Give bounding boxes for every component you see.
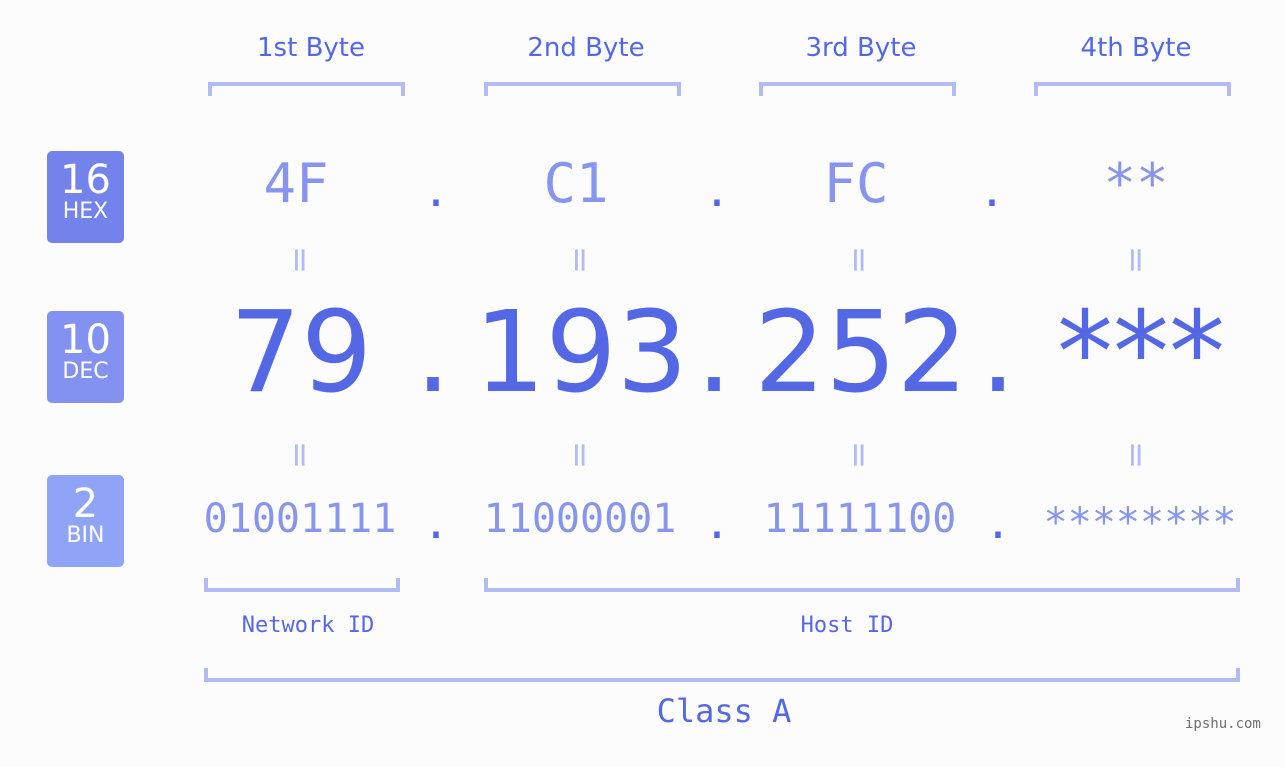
- byte-bracket-2: [484, 82, 681, 96]
- bin-byte-2: 11000001: [483, 496, 677, 542]
- dec-separator: .: [415, 288, 451, 418]
- watermark: ipshu.com: [1185, 716, 1261, 732]
- byte-header-4: 4th Byte: [1080, 33, 1192, 63]
- equals-sign: =: [560, 245, 600, 275]
- network-id-label: Network ID: [241, 613, 375, 638]
- byte-header-3: 3rd Byte: [805, 33, 917, 63]
- network-id-bracket: [204, 578, 400, 592]
- dec-byte-3: 252: [754, 288, 968, 418]
- bin-badge: 2 BIN: [47, 475, 124, 567]
- hex-separator: .: [703, 166, 731, 217]
- bin-separator: .: [422, 498, 450, 549]
- equals-sign: =: [560, 440, 600, 470]
- class-bracket: [204, 668, 1240, 682]
- dec-byte-2: 193: [474, 288, 688, 418]
- byte-bracket-1: [208, 82, 405, 96]
- bin-badge-base: 2: [72, 481, 99, 527]
- host-id-bracket: [484, 578, 1240, 592]
- equals-sign: =: [280, 440, 320, 470]
- equals-sign: =: [280, 245, 320, 275]
- bin-byte-1: 01001111: [203, 496, 397, 542]
- dec-separator: .: [696, 288, 732, 418]
- hex-separator: .: [978, 166, 1006, 217]
- dec-badge-label: DEC: [62, 359, 109, 384]
- hex-badge-label: HEX: [62, 199, 109, 224]
- bin-byte-3: 11111100: [763, 496, 957, 542]
- equals-sign: =: [1116, 245, 1156, 275]
- dec-byte-1: 79: [229, 288, 373, 418]
- host-id-label: Host ID: [800, 613, 894, 638]
- hex-separator: .: [422, 166, 450, 217]
- hex-byte-1: 4F: [263, 152, 329, 215]
- bin-separator: .: [984, 498, 1012, 549]
- hex-badge-base: 16: [60, 157, 111, 203]
- dec-byte-4: ***: [1057, 288, 1225, 418]
- bin-badge-label: BIN: [66, 523, 105, 548]
- dec-badge-base: 10: [60, 317, 111, 363]
- byte-header-2: 2nd Byte: [527, 33, 645, 63]
- byte-bracket-3: [759, 82, 956, 96]
- byte-header-1: 1st Byte: [257, 33, 365, 63]
- bin-byte-4: ********: [1043, 500, 1237, 546]
- equals-sign: =: [839, 245, 879, 275]
- ip-class-label: Class A: [656, 692, 792, 730]
- equals-sign: =: [1116, 440, 1156, 470]
- hex-byte-3: FC: [823, 152, 889, 215]
- bin-separator: .: [703, 498, 731, 549]
- byte-bracket-4: [1034, 82, 1231, 96]
- dec-separator: .: [980, 288, 1016, 418]
- hex-byte-4: **: [1103, 152, 1169, 215]
- hex-byte-2: C1: [543, 152, 609, 215]
- equals-sign: =: [839, 440, 879, 470]
- dec-badge: 10 DEC: [47, 311, 124, 403]
- hex-badge: 16 HEX: [47, 151, 124, 243]
